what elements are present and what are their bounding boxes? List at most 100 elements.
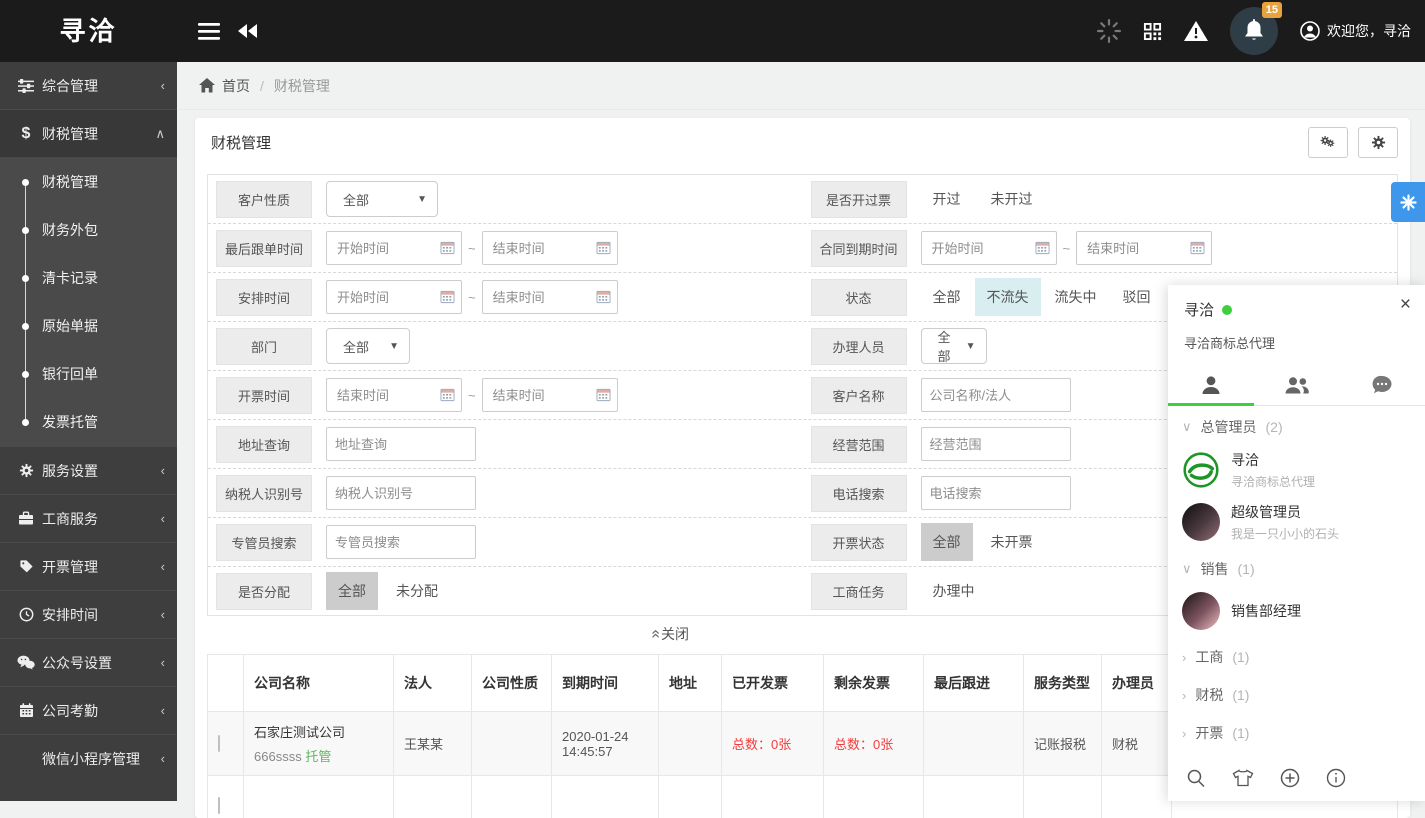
chat-member-super-admin[interactable]: 超级管理员 我是一只小小的石头: [1168, 496, 1425, 548]
start-date-input[interactable]: [335, 289, 440, 306]
invoiced-no-option[interactable]: 未开过: [979, 180, 1045, 218]
status-losing-option[interactable]: 流失中: [1043, 278, 1109, 316]
end-date-input[interactable]: [491, 387, 596, 404]
calendar-icon[interactable]: [596, 241, 611, 255]
assigned-unassigned-option[interactable]: 未分配: [384, 572, 450, 610]
business-task-processing-option[interactable]: 办理中: [921, 572, 987, 610]
arrange-end-input[interactable]: [482, 280, 618, 314]
last-follow-start-input[interactable]: [326, 231, 462, 265]
chat-member-xunqia[interactable]: 寻洽 寻洽商标总代理: [1168, 444, 1425, 496]
calendar-icon[interactable]: [440, 290, 455, 304]
shirt-button[interactable]: [1232, 769, 1254, 787]
group-name: 财税: [1195, 685, 1223, 705]
customer-name-input[interactable]: [921, 378, 1071, 412]
status-all-option[interactable]: 全部: [921, 278, 973, 316]
business-scope-input[interactable]: [921, 427, 1071, 461]
invoiced-yes-option[interactable]: 开过: [921, 180, 973, 218]
settings-button[interactable]: [1358, 127, 1398, 158]
alerts-button[interactable]: [1184, 21, 1208, 41]
row-checkbox[interactable]: [218, 797, 220, 814]
tab-groups[interactable]: [1254, 365, 1340, 405]
notifications-button[interactable]: 15: [1230, 7, 1278, 55]
invoice-time-start-input[interactable]: [326, 378, 462, 412]
sidebar-item-business-services[interactable]: 工商服务 ‹: [0, 494, 177, 542]
submenu-item-finance-outsourcing[interactable]: 财务外包: [0, 206, 177, 254]
calendar-icon[interactable]: [440, 388, 455, 402]
qr-code-button[interactable]: [1143, 22, 1162, 41]
tab-messages[interactable]: [1339, 365, 1425, 405]
assigned-label: 是否分配: [216, 573, 312, 610]
group-business[interactable]: › 工商 (1): [1168, 640, 1425, 674]
department-select[interactable]: 全部 ▼: [326, 328, 410, 364]
submenu-item-original-documents[interactable]: 原始单据: [0, 302, 177, 350]
avatar: [1182, 503, 1220, 541]
invoiced-ever-label: 是否开过票: [811, 181, 907, 218]
supervisor-search-input[interactable]: [326, 525, 476, 559]
status-rejected-option[interactable]: 驳回: [1111, 278, 1163, 316]
start-date-input[interactable]: [930, 240, 1035, 257]
sidebar-toggle-button[interactable]: [198, 0, 220, 62]
end-date-input[interactable]: [491, 240, 596, 257]
calendar-icon[interactable]: [1035, 241, 1050, 255]
contract-expire-end-input[interactable]: [1076, 231, 1212, 265]
group-invoicing[interactable]: › 开票 (1): [1168, 716, 1425, 750]
last-follow-end-input[interactable]: [482, 231, 618, 265]
arrange-start-input[interactable]: [326, 280, 462, 314]
double-left-arrow-icon: [238, 24, 258, 38]
collapse-filters-button[interactable]: « 关闭: [195, 616, 1145, 652]
address-cell: [659, 712, 722, 776]
sidebar-item-company-attendance[interactable]: 公司考勤 ‹: [0, 686, 177, 734]
taxpayer-id-input[interactable]: [326, 476, 476, 510]
sidebar-item-schedule-time[interactable]: 安排时间 ‹: [0, 590, 177, 638]
submenu-item-finance-tax-management[interactable]: 财税管理: [0, 158, 177, 206]
range-separator: ~: [468, 241, 476, 256]
user-menu[interactable]: 欢迎您，寻洽: [1300, 21, 1411, 41]
status-not-lost-option[interactable]: 不流失: [975, 278, 1041, 316]
close-icon[interactable]: ×: [1400, 295, 1411, 314]
breadcrumb-home-link[interactable]: 首页: [199, 76, 250, 96]
invoice-status-all-option[interactable]: 全部: [921, 523, 973, 561]
column-settings-button[interactable]: [1308, 127, 1348, 158]
sidebar-item-service-settings[interactable]: 服务设置 ‹: [0, 446, 177, 494]
sidebar-item-wechat-miniprogram-management[interactable]: 微信小程序管理 ‹: [0, 734, 177, 782]
sidebar-item-invoicing-management[interactable]: 开票管理 ‹: [0, 542, 177, 590]
add-button[interactable]: [1280, 768, 1300, 788]
sidebar-item-comprehensive-management[interactable]: 综合管理 ‹: [0, 62, 177, 109]
quick-action-fab[interactable]: [1391, 182, 1425, 222]
calendar-icon[interactable]: [440, 241, 455, 255]
row-checkbox[interactable]: [218, 735, 220, 752]
calendar-icon[interactable]: [1190, 241, 1205, 255]
calendar-icon[interactable]: [596, 290, 611, 304]
phone-search-input[interactable]: [921, 476, 1071, 510]
loading-spinner-button[interactable]: [1097, 19, 1121, 43]
group-super-admins[interactable]: ∨ 总管理员 (2): [1168, 410, 1425, 444]
group-finance-tax[interactable]: › 财税 (1): [1168, 678, 1425, 712]
customer-nature-select[interactable]: 全部 ▼: [326, 181, 438, 217]
invoice-time-end-input[interactable]: [482, 378, 618, 412]
tab-contacts[interactable]: [1168, 365, 1254, 405]
submenu-item-bank-receipts[interactable]: 银行回单: [0, 350, 177, 398]
chat-dots-icon: [1371, 375, 1393, 395]
collapse-tabs-button[interactable]: [238, 0, 258, 62]
chat-member-sales-manager[interactable]: 销售部经理: [1168, 586, 1425, 636]
last-follow-time-label: 最后跟单时间: [216, 230, 312, 267]
end-date-input[interactable]: [491, 289, 596, 306]
chevron-right-icon: ›: [1182, 688, 1186, 703]
chevron-left-icon: ‹: [161, 655, 165, 670]
handler-select[interactable]: 全部 ▼: [921, 328, 987, 364]
search-button[interactable]: [1186, 768, 1206, 788]
info-button[interactable]: [1326, 768, 1346, 788]
sidebar-item-finance-tax-management[interactable]: $ 财税管理 ∧: [0, 109, 177, 157]
submenu-item-invoice-hosting[interactable]: 发票托管: [0, 398, 177, 446]
contract-expire-start-input[interactable]: [921, 231, 1057, 265]
invoice-status-none-option[interactable]: 未开票: [979, 523, 1045, 561]
submenu-item-card-clearing-records[interactable]: 清卡记录: [0, 254, 177, 302]
group-sales[interactable]: ∨ 销售 (1): [1168, 552, 1425, 586]
sidebar-item-official-account-settings[interactable]: 公众号设置 ‹: [0, 638, 177, 686]
end-date-input[interactable]: [1085, 240, 1190, 257]
start-date-input[interactable]: [335, 240, 440, 257]
start-date-input[interactable]: [335, 387, 440, 404]
address-query-input[interactable]: [326, 427, 476, 461]
calendar-icon[interactable]: [596, 388, 611, 402]
assigned-all-option[interactable]: 全部: [326, 572, 378, 610]
